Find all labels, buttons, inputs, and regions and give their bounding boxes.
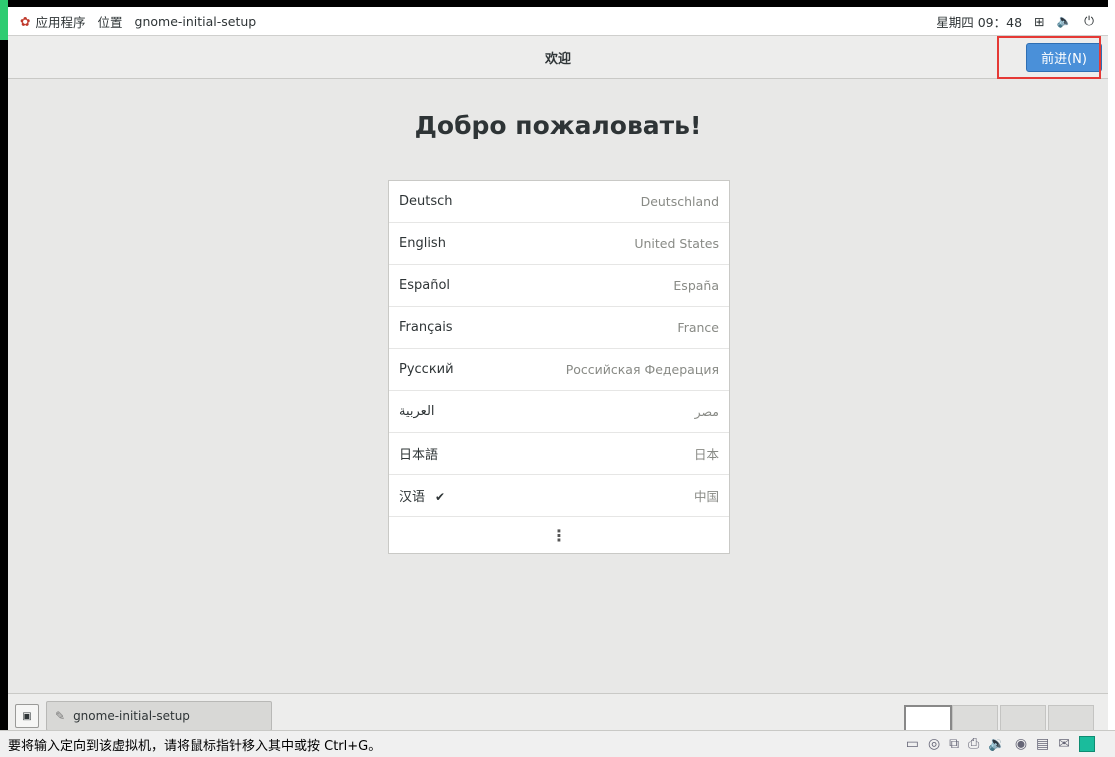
applications-menu[interactable]: ✿ 应用程序: [20, 12, 86, 31]
language-row[interactable]: العربية مصر: [389, 391, 729, 433]
show-desktop-icon: ▣: [22, 710, 32, 722]
language-name-wrap: Русский: [399, 362, 454, 377]
volume-icon[interactable]: 🔈: [1057, 13, 1073, 29]
power-icon[interactable]: ⏻: [1084, 13, 1094, 29]
network-adapter-icon[interactable]: ⧉: [949, 736, 959, 752]
app-menu[interactable]: gnome-initial-setup: [135, 14, 257, 29]
workspace-3[interactable]: [1000, 705, 1046, 730]
taskbar-window-label: gnome-initial-setup: [73, 709, 190, 723]
language-name-wrap: Español: [399, 278, 450, 293]
more-languages-button[interactable]: ⋮: [389, 517, 729, 554]
language-name: Français: [399, 320, 453, 335]
language-region: Российская Федерация: [565, 362, 719, 377]
gnome-foot-icon: ✿: [20, 13, 31, 29]
language-row[interactable]: Deutsch Deutschland: [389, 181, 729, 223]
host-left-strip: [0, 0, 8, 40]
language-region: مصر: [694, 404, 719, 419]
host-right-edge: [1108, 0, 1115, 730]
header-bar: 欢迎 前进(N): [8, 36, 1108, 79]
usb-icon[interactable]: ◉: [1015, 736, 1027, 752]
language-name-wrap: 日本語: [399, 444, 438, 463]
applications-label: 应用程序: [35, 14, 86, 30]
sound-icon[interactable]: 🔉: [988, 736, 1005, 752]
language-name-wrap: العربية: [399, 404, 435, 419]
language-name: العربية: [399, 404, 435, 419]
language-row[interactable]: English United States: [389, 223, 729, 265]
workspace-1[interactable]: [904, 705, 952, 730]
language-region: 中国: [693, 489, 719, 504]
highlight-frame: [997, 36, 1101, 79]
host-status-bar: 要将输入定向到该虚拟机，请将鼠标指针移入其中或按 Ctrl+G。 ▭ ◎ ⧉ ⎙…: [0, 730, 1115, 757]
language-name: Español: [399, 278, 451, 293]
printer-icon[interactable]: ⎙: [968, 736, 979, 752]
tools-icon: ✎: [55, 709, 66, 723]
language-name: English: [399, 236, 446, 251]
vm-status-icon[interactable]: [1079, 736, 1095, 752]
places-label: 位置: [97, 14, 123, 30]
language-name: 日本語: [399, 448, 439, 463]
language-list: Deutsch Deutschland English United States Es…: [388, 180, 730, 554]
app-menu-label: gnome-initial-setup: [134, 13, 257, 29]
language-region: España: [673, 278, 719, 293]
gnome-top-bar: ✿ 应用程序 位置 gnome-initial-setup 星期四 09：48 …: [8, 7, 1108, 36]
display-icon[interactable]: ▤: [1036, 736, 1049, 752]
workspace-4[interactable]: [1048, 705, 1094, 730]
language-name-wrap: English: [399, 236, 446, 251]
status-message: 要将输入定向到该虚拟机，请将鼠标指针移入其中或按 Ctrl+G。: [8, 738, 382, 754]
show-desktop-button[interactable]: ▣: [15, 704, 39, 728]
vm-screen[interactable]: ✿ 应用程序 位置 gnome-initial-setup 星期四 09：48 …: [8, 7, 1108, 730]
language-name-wrap: Français: [399, 320, 453, 335]
bottom-panel: ▣ ✎ gnome-initial-setup: [8, 693, 1108, 730]
taskbar-window-button[interactable]: ✎ gnome-initial-setup: [46, 701, 272, 730]
page-title: 欢迎: [544, 51, 571, 67]
language-row[interactable]: Español España: [389, 265, 729, 307]
message-icon[interactable]: ✉: [1058, 736, 1070, 752]
language-name-wrap: 汉语 ✔: [399, 486, 445, 505]
language-region: 日本: [693, 447, 719, 462]
places-menu[interactable]: 位置: [98, 12, 123, 31]
language-row[interactable]: Français France: [389, 307, 729, 349]
workspace-2[interactable]: [952, 705, 998, 730]
language-region: France: [677, 320, 719, 335]
language-name-wrap: Deutsch: [399, 194, 453, 209]
hard-disk-icon[interactable]: ▭: [906, 736, 919, 752]
clock[interactable]: 星期四 09：48: [936, 12, 1022, 31]
language-name: Русский: [399, 362, 454, 377]
language-row[interactable]: 汉语 ✔ 中国: [389, 475, 729, 517]
language-name: Deutsch: [399, 194, 453, 209]
language-row[interactable]: 日本語 日本: [389, 433, 729, 475]
cd-icon[interactable]: ◎: [928, 736, 940, 752]
language-region: Deutschland: [640, 194, 719, 209]
language-row[interactable]: Русский Российская Федерация: [389, 349, 729, 391]
welcome-heading: Добро пожаловать!: [414, 111, 702, 140]
network-icon[interactable]: ⊞: [1034, 14, 1044, 29]
language-region: United States: [634, 236, 719, 251]
checkmark-icon: ✔: [435, 490, 446, 504]
language-name: 汉语: [399, 490, 426, 505]
